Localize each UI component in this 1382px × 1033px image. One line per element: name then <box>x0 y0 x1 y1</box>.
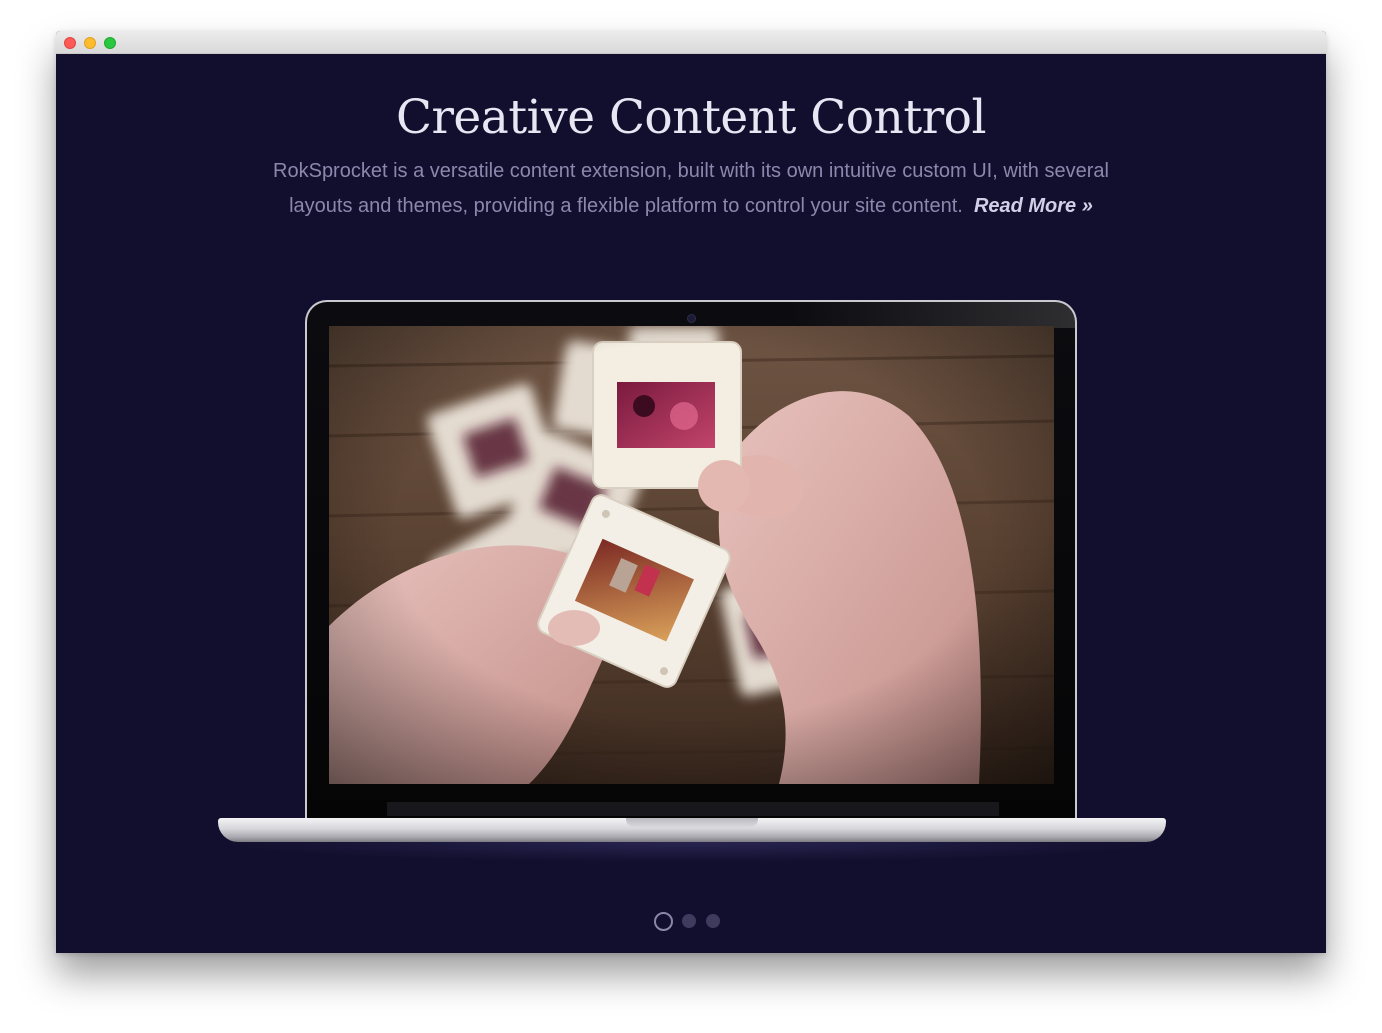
browser-window: Creative Content Control RokSprocket is … <box>56 31 1326 953</box>
slide-dot-2[interactable] <box>682 914 696 928</box>
hero-description: RokSprocket is a versatile content exten… <box>246 154 1136 224</box>
laptop-notch <box>626 818 758 827</box>
read-more-link[interactable]: Read More » <box>974 195 1093 217</box>
close-window-button[interactable] <box>64 37 76 49</box>
laptop-screen-bezel <box>305 300 1077 818</box>
webcam-icon <box>688 315 695 322</box>
slide-dot-3[interactable] <box>706 914 720 928</box>
minimize-window-button[interactable] <box>84 37 96 49</box>
lid-glare <box>785 302 1075 328</box>
slide-dot-1[interactable] <box>654 912 673 931</box>
laptop-shadow <box>218 842 1166 862</box>
hands-holding-slides-photo <box>329 326 1054 784</box>
slider-pagination <box>654 910 734 932</box>
laptop-base <box>218 818 1166 842</box>
hero-section: Creative Content Control RokSprocket is … <box>56 54 1326 953</box>
zoom-window-button[interactable] <box>104 37 116 49</box>
hero-title: Creative Content Control <box>395 90 987 145</box>
window-titlebar <box>56 31 1326 54</box>
slide-image <box>329 326 1054 784</box>
laptop-chin <box>387 802 999 816</box>
